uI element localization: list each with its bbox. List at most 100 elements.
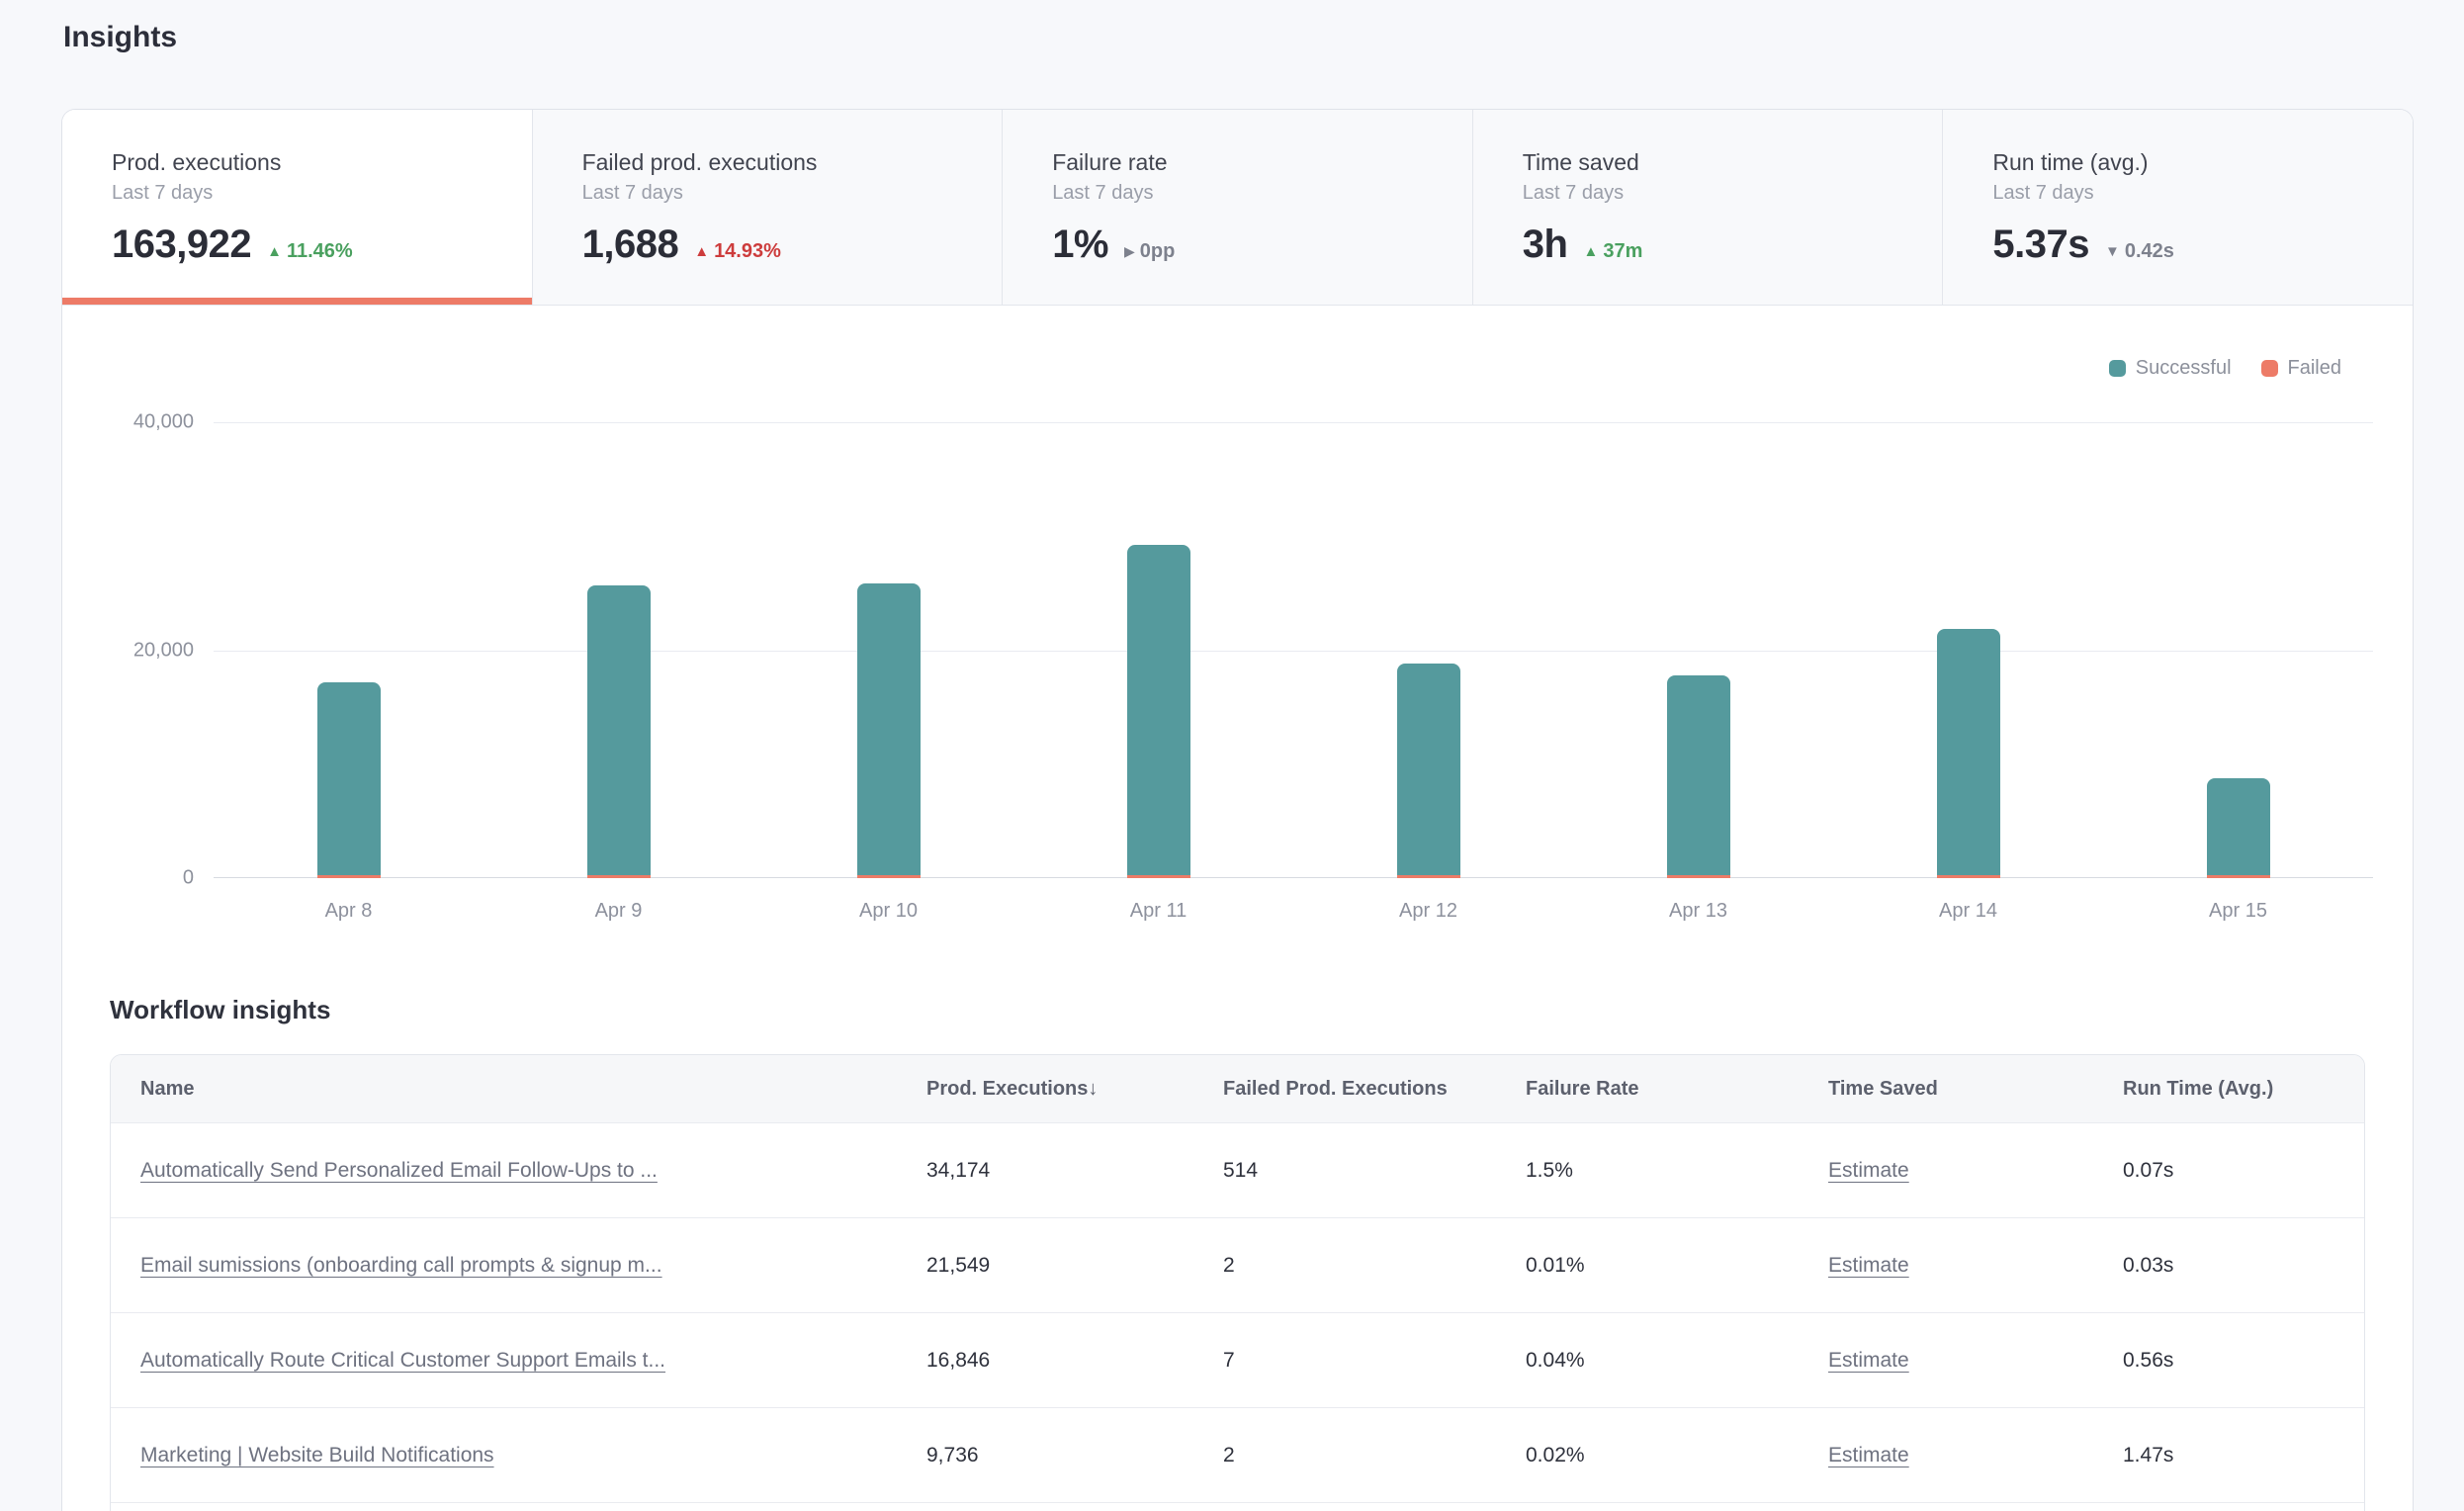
- bar-cell: [1023, 422, 1293, 878]
- failed-prod-executions-value: 514: [1223, 1159, 1526, 1183]
- column-header-run-time-avg[interactable]: Run Time (Avg.): [2123, 1078, 2364, 1101]
- card-value-row: 3h 37m: [1523, 222, 1893, 267]
- table-row: Automatically Send Personalized Email Fo…: [111, 1122, 2364, 1217]
- bar-failed-segment: [1397, 875, 1460, 878]
- card-value: 1%: [1052, 222, 1108, 267]
- card-period: Last 7 days: [1052, 179, 1423, 207]
- bar-failed-segment: [1667, 875, 1730, 878]
- failure-rate-value: 1.5%: [1526, 1159, 1828, 1183]
- bar-successful-segment: [1127, 545, 1190, 875]
- card-label: Time saved: [1523, 147, 1893, 177]
- estimate-link[interactable]: Estimate: [1828, 1444, 1909, 1467]
- card-delta: 37m: [1583, 240, 1642, 263]
- trend-neutral-icon: [1124, 240, 1135, 263]
- workflow-insights-table: Name Prod. Executions↓ Failed Prod. Exec…: [110, 1054, 2365, 1511]
- bar-apr-15[interactable]: [2207, 778, 2270, 878]
- bar-apr-13[interactable]: [1667, 675, 1730, 878]
- bar-failed-segment: [317, 875, 381, 878]
- bar-apr-10[interactable]: [857, 583, 921, 878]
- card-failed-prod-executions[interactable]: Failed prod. executions Last 7 days 1,68…: [533, 110, 1004, 305]
- bar-failed-segment: [1937, 875, 2000, 878]
- y-axis-tick-0: 0: [183, 867, 194, 890]
- bar-apr-12[interactable]: [1397, 664, 1460, 878]
- table-row: Email sumissions (onboarding call prompt…: [111, 1217, 2364, 1312]
- delta-value: 0pp: [1140, 240, 1176, 263]
- estimate-link[interactable]: Estimate: [1828, 1159, 1909, 1182]
- insights-panel: Prod. executions Last 7 days 163,922 11.…: [61, 109, 2414, 1511]
- bar-apr-8[interactable]: [317, 682, 381, 878]
- card-run-time-avg[interactable]: Run time (avg.) Last 7 days 5.37s 0.42s: [1943, 110, 2413, 305]
- workflow-insights-title: Workflow insights: [110, 993, 2413, 1026]
- page-title: Insights: [63, 18, 2464, 57]
- bar-cell: [484, 422, 753, 878]
- trend-down-icon: [2105, 240, 2120, 263]
- workflow-name-link[interactable]: Email sumissions (onboarding call prompt…: [140, 1254, 662, 1277]
- prod-executions-value: 21,549: [926, 1254, 1223, 1278]
- x-axis-label: Apr 10: [753, 900, 1023, 928]
- bar-apr-9[interactable]: [587, 585, 651, 878]
- estimate-link[interactable]: Estimate: [1828, 1349, 1909, 1372]
- trend-up-icon: [267, 240, 282, 263]
- card-value: 163,922: [112, 222, 251, 267]
- bar-cell: [753, 422, 1023, 878]
- bar-failed-segment: [587, 875, 651, 878]
- column-header-prod-executions[interactable]: Prod. Executions↓: [926, 1078, 1223, 1101]
- column-header-time-saved[interactable]: Time Saved: [1828, 1078, 2123, 1101]
- bar-failed-segment: [857, 875, 921, 878]
- column-header-failed-prod-executions[interactable]: Failed Prod. Executions: [1223, 1078, 1526, 1101]
- x-axis-label: Apr 13: [1563, 900, 1833, 928]
- card-value-row: 1,688 14.93%: [582, 222, 953, 267]
- workflow-name-link[interactable]: Automatically Route Critical Customer Su…: [140, 1349, 665, 1372]
- y-axis-tick-20000: 20,000: [133, 639, 194, 662]
- failure-rate-value: 0.02%: [1526, 1444, 1828, 1467]
- column-header-failure-rate[interactable]: Failure Rate: [1526, 1078, 1828, 1101]
- bar-successful-segment: [317, 682, 381, 875]
- bar-successful-segment: [2207, 778, 2270, 875]
- workflow-name-link[interactable]: Automatically Send Personalized Email Fo…: [140, 1159, 658, 1182]
- failure-rate-value: 0.04%: [1526, 1349, 1828, 1373]
- card-value: 1,688: [582, 222, 679, 267]
- table-row: Marketing | Website Build Notifications …: [111, 1407, 2364, 1502]
- x-axis-label: Apr 14: [1833, 900, 2103, 928]
- bar-apr-11[interactable]: [1127, 545, 1190, 878]
- failed-prod-executions-value: 7: [1223, 1349, 1526, 1373]
- bar-failed-segment: [2207, 875, 2270, 878]
- bar-successful-segment: [1667, 675, 1730, 875]
- delta-value: 0.42s: [2125, 240, 2174, 263]
- card-period: Last 7 days: [1992, 179, 2363, 207]
- card-label: Failure rate: [1052, 147, 1423, 177]
- run-time-value: 0.56s: [2123, 1349, 2364, 1373]
- x-axis-label: Apr 8: [214, 900, 484, 928]
- delta-value: 11.46%: [287, 240, 353, 263]
- delta-value: 37m: [1603, 240, 1642, 263]
- run-time-value: 1.47s: [2123, 1444, 2364, 1467]
- estimate-link[interactable]: Estimate: [1828, 1254, 1909, 1277]
- bar-apr-14[interactable]: [1937, 629, 2000, 878]
- legend-successful-label: Successful: [2136, 357, 2232, 380]
- card-failure-rate[interactable]: Failure rate Last 7 days 1% 0pp: [1003, 110, 1473, 305]
- prod-executions-value: 9,736: [926, 1444, 1223, 1467]
- bar-failed-segment: [1127, 875, 1190, 878]
- card-delta: 11.46%: [267, 240, 353, 263]
- card-value-row: 1% 0pp: [1052, 222, 1423, 267]
- legend-failed[interactable]: Failed: [2261, 357, 2341, 380]
- card-delta: 14.93%: [694, 240, 781, 263]
- delta-value: 14.93%: [714, 240, 781, 263]
- card-time-saved[interactable]: Time saved Last 7 days 3h 37m: [1473, 110, 1944, 305]
- x-axis-label: Apr 15: [2103, 900, 2373, 928]
- workflow-name-link[interactable]: Marketing | Website Build Notifications: [140, 1444, 494, 1467]
- chart-xlabels: Apr 8Apr 9Apr 10Apr 11Apr 12Apr 13Apr 14…: [214, 900, 2373, 928]
- failed-prod-executions-value: 2: [1223, 1254, 1526, 1278]
- bar-cell: [1833, 422, 2103, 878]
- bar-successful-segment: [587, 585, 651, 875]
- legend-successful[interactable]: Successful: [2109, 357, 2232, 380]
- card-prod-executions[interactable]: Prod. executions Last 7 days 163,922 11.…: [62, 110, 533, 305]
- bar-successful-segment: [1397, 664, 1460, 875]
- bar-cell: [214, 422, 484, 878]
- table-header-row: Name Prod. Executions↓ Failed Prod. Exec…: [111, 1055, 2364, 1122]
- y-axis-tick-40000: 40,000: [133, 411, 194, 434]
- column-header-name[interactable]: Name: [111, 1078, 926, 1101]
- card-delta: 0pp: [1124, 240, 1175, 263]
- card-period: Last 7 days: [582, 179, 953, 207]
- bar-cell: [1563, 422, 1833, 878]
